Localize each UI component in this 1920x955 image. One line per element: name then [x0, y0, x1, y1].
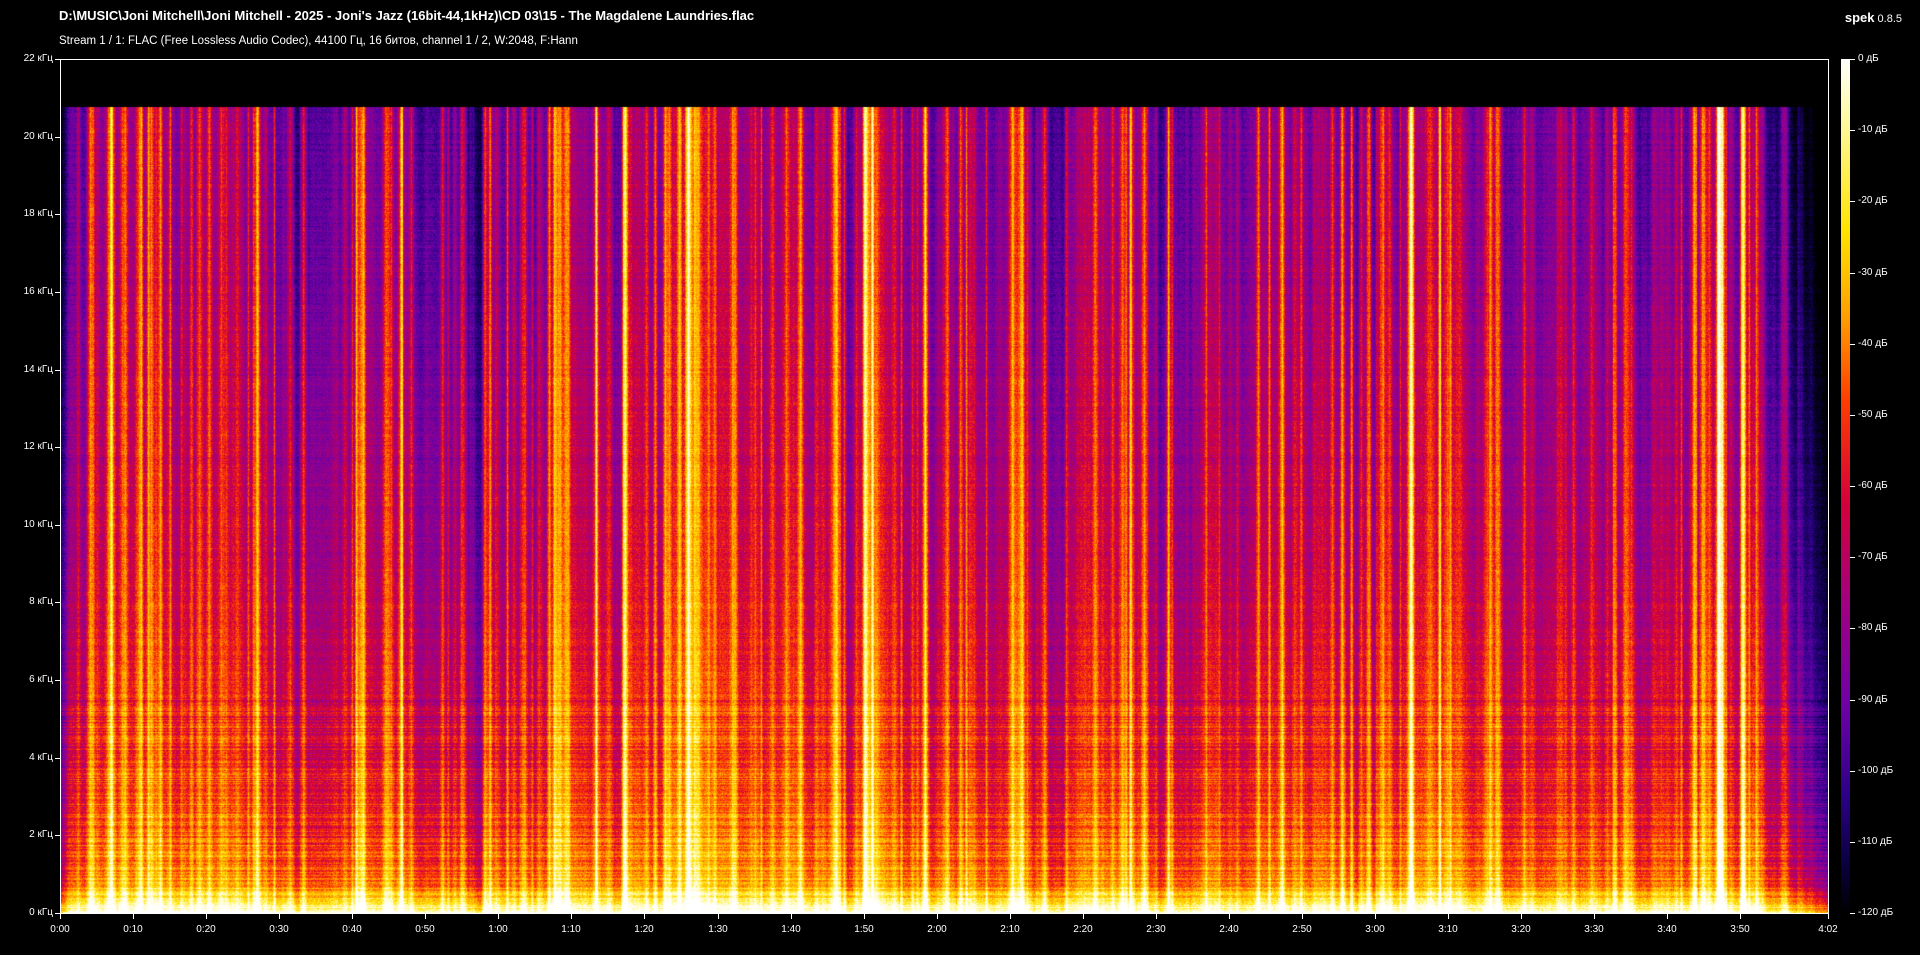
- app-name: spek: [1844, 10, 1875, 25]
- time-tick: [1010, 914, 1011, 919]
- time-tick-label: 0:00: [50, 924, 70, 935]
- level-tick-label: -100 дБ: [1858, 765, 1894, 776]
- spectrogram-canvas[interactable]: [61, 60, 1828, 913]
- time-tick: [1375, 914, 1376, 919]
- time-tick-label: 2:30: [1146, 924, 1166, 935]
- frequency-tick-label: 20 кГц: [23, 131, 53, 142]
- level-tick: [1850, 273, 1855, 274]
- time-tick: [1667, 914, 1668, 919]
- level-tick-label: -120 дБ: [1858, 907, 1894, 918]
- level-tick-label: -30 дБ: [1858, 267, 1888, 278]
- level-tick: [1850, 842, 1855, 843]
- time-tick: [1594, 914, 1595, 919]
- time-tick: [791, 914, 792, 919]
- level-tick-label: -50 дБ: [1858, 409, 1888, 420]
- time-tick: [279, 914, 280, 919]
- level-tick: [1850, 486, 1855, 487]
- frequency-tick-label: 22 кГц: [23, 53, 53, 64]
- time-tick: [60, 914, 61, 919]
- time-tick-label: 1:30: [708, 924, 728, 935]
- time-tick: [1229, 914, 1230, 919]
- spectrogram-plot[interactable]: [60, 59, 1829, 914]
- time-tick-label: 1:10: [561, 924, 581, 935]
- level-tick: [1850, 59, 1855, 60]
- time-tick: [571, 914, 572, 919]
- level-tick-label: -90 дБ: [1858, 694, 1888, 705]
- level-tick: [1850, 130, 1855, 131]
- time-tick-label: 3:30: [1584, 924, 1604, 935]
- level-tick-label: -80 дБ: [1858, 622, 1888, 633]
- time-tick-label: 0:30: [269, 924, 289, 935]
- frequency-tick-label: 4 кГц: [29, 752, 53, 763]
- frequency-tick-label: 16 кГц: [23, 286, 53, 297]
- time-tick-label: 0:40: [342, 924, 362, 935]
- level-tick: [1850, 913, 1855, 914]
- time-tick: [864, 914, 865, 919]
- stream-info: Stream 1 / 1: FLAC (Free Lossless Audio …: [59, 35, 578, 47]
- level-tick-label: -40 дБ: [1858, 338, 1888, 349]
- level-tick: [1850, 771, 1855, 772]
- spek-window: D:\MUSIC\Joni Mitchell\Joni Mitchell - 2…: [0, 0, 1920, 955]
- time-tick: [644, 914, 645, 919]
- frequency-tick-label: 18 кГц: [23, 208, 53, 219]
- time-tick: [1083, 914, 1084, 919]
- frequency-tick-label: 14 кГц: [23, 364, 53, 375]
- time-tick-label: 3:50: [1730, 924, 1750, 935]
- time-tick: [718, 914, 719, 919]
- level-tick: [1850, 201, 1855, 202]
- time-tick-label: 3:00: [1365, 924, 1385, 935]
- frequency-tick-label: 6 кГц: [29, 674, 53, 685]
- time-tick-label: 2:40: [1219, 924, 1239, 935]
- time-tick-label: 2:50: [1292, 924, 1312, 935]
- time-tick-label: 2:00: [927, 924, 947, 935]
- level-tick-label: 0 дБ: [1858, 53, 1879, 64]
- frequency-tick-label: 12 кГц: [23, 441, 53, 452]
- app-brand: spek 0.8.5: [1845, 10, 1902, 25]
- time-tick: [1448, 914, 1449, 919]
- time-tick: [937, 914, 938, 919]
- frequency-tick-label: 10 кГц: [23, 519, 53, 530]
- time-tick-label: 0:10: [123, 924, 143, 935]
- level-tick: [1850, 557, 1855, 558]
- time-tick-label: 1:40: [781, 924, 801, 935]
- level-tick-label: -10 дБ: [1858, 124, 1888, 135]
- level-tick-label: -110 дБ: [1858, 836, 1893, 847]
- time-tick-label: 0:20: [196, 924, 216, 935]
- time-tick-label: 3:20: [1511, 924, 1531, 935]
- time-tick-label: 0:50: [415, 924, 435, 935]
- level-tick-label: -20 дБ: [1858, 195, 1888, 206]
- time-tick-label: 1:50: [854, 924, 874, 935]
- time-tick: [1302, 914, 1303, 919]
- time-tick: [352, 914, 353, 919]
- level-colorbar: [1841, 59, 1850, 914]
- file-path-title: D:\MUSIC\Joni Mitchell\Joni Mitchell - 2…: [59, 8, 755, 23]
- app-version: 0.8.5: [1877, 13, 1902, 25]
- time-tick: [206, 914, 207, 919]
- time-tick: [425, 914, 426, 919]
- frequency-tick-label: 0 кГц: [29, 907, 53, 918]
- time-tick-label: 3:10: [1438, 924, 1458, 935]
- time-tick: [498, 914, 499, 919]
- level-tick: [1850, 700, 1855, 701]
- time-tick-label: 1:20: [634, 924, 654, 935]
- frequency-tick-label: 8 кГц: [29, 596, 53, 607]
- level-tick: [1850, 628, 1855, 629]
- level-tick: [1850, 344, 1855, 345]
- time-tick-label: 2:20: [1073, 924, 1093, 935]
- time-tick: [1740, 914, 1741, 919]
- time-tick-label: 2:10: [1000, 924, 1020, 935]
- level-tick-label: -60 дБ: [1858, 480, 1888, 491]
- frequency-tick-label: 2 кГц: [29, 829, 53, 840]
- time-tick: [1828, 914, 1829, 919]
- time-tick: [133, 914, 134, 919]
- time-tick-label: 4:02: [1818, 924, 1838, 935]
- time-tick: [1156, 914, 1157, 919]
- time-tick: [1521, 914, 1522, 919]
- time-tick-label: 3:40: [1657, 924, 1677, 935]
- level-tick-label: -70 дБ: [1858, 551, 1888, 562]
- time-tick-label: 1:00: [488, 924, 508, 935]
- level-tick: [1850, 415, 1855, 416]
